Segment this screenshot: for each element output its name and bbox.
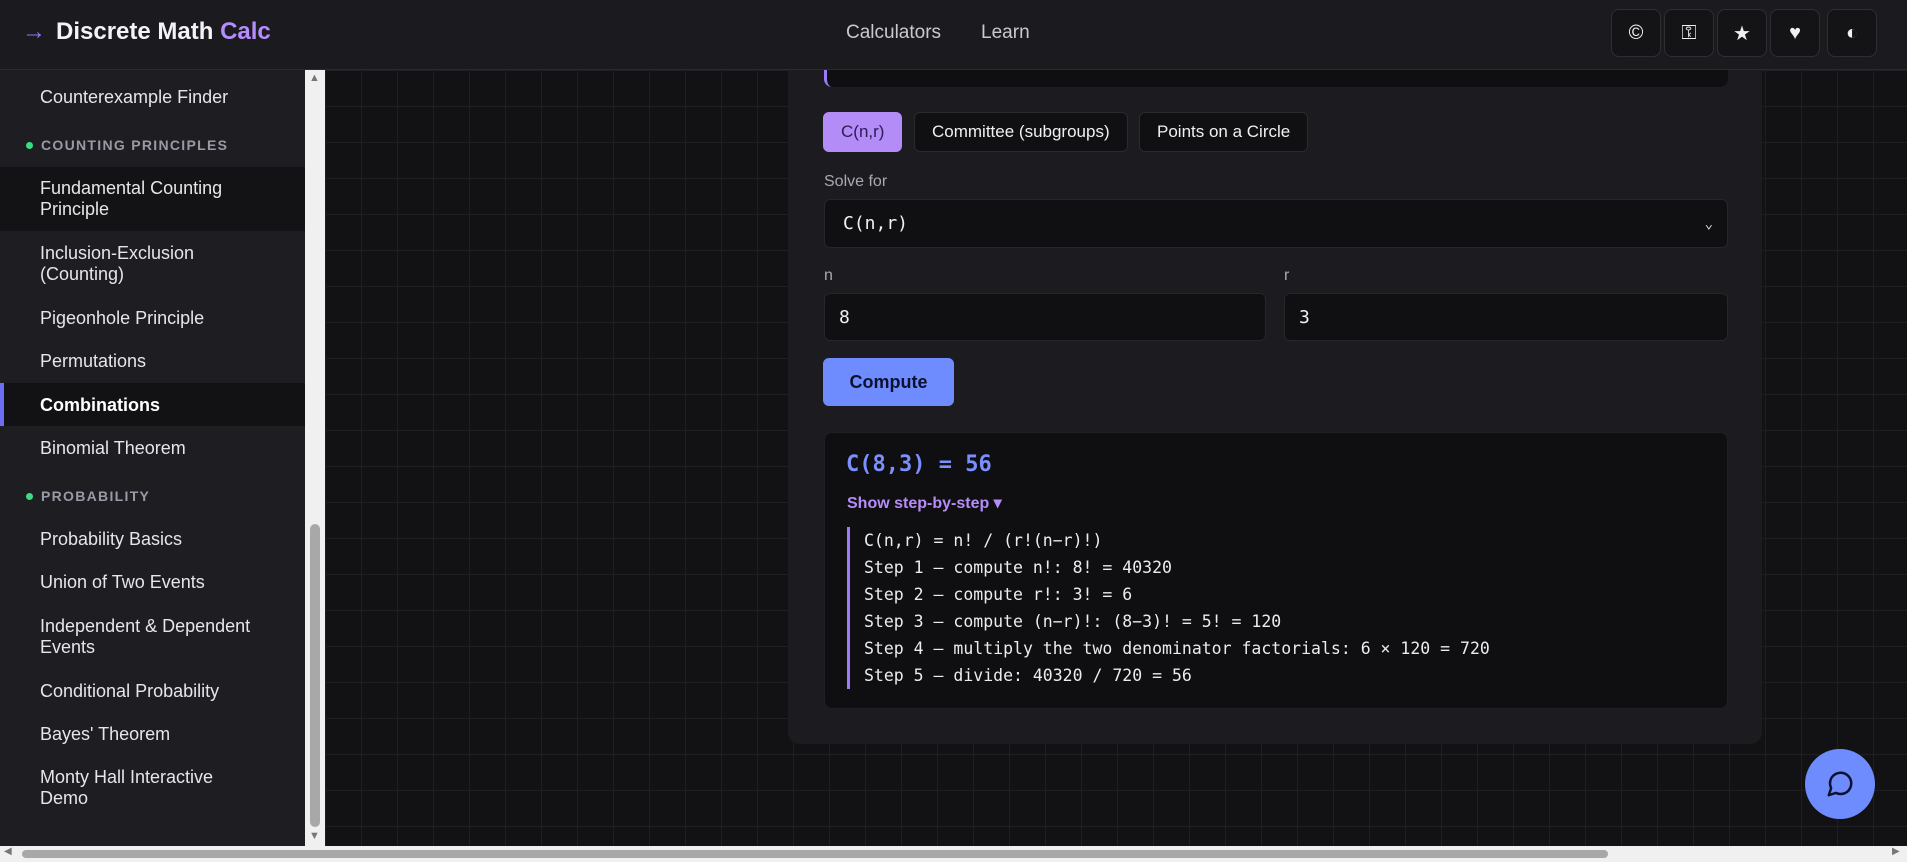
compute-button[interactable]: Compute [823,358,954,406]
theme-toggle-button[interactable]: ◐ [1827,9,1877,57]
sidebar-item-fundamental-counting[interactable]: Fundamental Counting Principle [0,167,305,231]
step-line: C(n,r) = n! / (r!(n−r)!) [864,531,1103,550]
heart-icon: ♥ [1789,21,1801,44]
n-label: n [824,267,833,284]
nav-learn[interactable]: Learn [981,22,1030,44]
star-icon: ★ [1733,22,1751,45]
show-steps-toggle[interactable]: Show step-by-step ▾ [847,493,1002,513]
preset-committee[interactable]: Committee (subgroups) [914,112,1128,152]
horizontal-scrollbar[interactable]: ◀ ▶ [0,846,1907,862]
sidebar: Counterexample Finder COUNTING PRINCIPLE… [0,70,305,846]
chat-bubble-icon [1827,771,1853,797]
sidebar-item-bayes-theorem[interactable]: Bayes' Theorem [0,724,305,745]
scroll-left-icon[interactable]: ◀ [4,846,12,857]
support-button[interactable]: ♥ [1770,9,1820,57]
scrollbar-thumb[interactable] [310,524,320,827]
step-line: Step 5 — divide: 40320 / 720 = 56 [864,666,1192,685]
sidebar-item-monty-hall[interactable]: Monty Hall Interactive Demo [0,767,305,809]
sidebar-item-conditional-probability[interactable]: Conditional Probability [0,681,305,702]
sidebar-item-permutations[interactable]: Permutations [0,351,305,372]
sidebar-item-union-of-events[interactable]: Union of Two Events [0,572,305,593]
step-line: Step 4 — multiply the two denominator fa… [864,639,1490,658]
step-line: Step 2 — compute r!: 3! = 6 [864,585,1133,604]
brand-logo[interactable]: → Discrete Math Calc [22,18,271,46]
sidebar-item-binomial-theorem[interactable]: Binomial Theorem [0,438,305,459]
scroll-down-icon[interactable]: ▼ [309,830,320,842]
chat-button[interactable] [1805,749,1875,819]
brand-title-accent: Calc [220,18,271,45]
theme-toggle-icon: ◐ [1845,21,1859,44]
sidebar-section-probability: PROBABILITY [26,488,150,504]
preset-cnr[interactable]: C(n,r) [823,112,903,152]
section-dot-icon [26,141,33,149]
top-bar: → Discrete Math Calc Calculators Learn ©… [0,0,1907,70]
solve-for-label: Solve for [824,173,888,190]
sidebar-item-independent-dependent[interactable]: Independent & Dependent Events [0,616,305,658]
sidebar-item-counterexample-finder[interactable]: Counterexample Finder [0,87,305,108]
step-line: Step 1 — compute n!: 8! = 40320 [864,558,1172,577]
sidebar-scrollbar[interactable]: ▲ ▼ [305,70,325,846]
brand-title: Discrete Math [56,18,214,45]
sidebar-item-inclusion-exclusion[interactable]: Inclusion-Exclusion (Counting) [0,243,305,285]
step-line: Step 3 — compute (n−r)!: (8−3)! = 5! = 1… [864,612,1282,631]
key-icon: ⚿ [1681,21,1697,44]
main-nav: Calculators Learn [846,22,1030,44]
n-input[interactable]: 8 [824,293,1266,341]
sidebar-item-probability-basics[interactable]: Probability Basics [0,529,305,550]
r-input[interactable]: 3 [1284,293,1728,341]
sidebar-section-counting: COUNTING PRINCIPLES [26,137,228,153]
r-label: r [1284,267,1290,284]
solve-for-select[interactable]: C(n,r) ⌄ [824,199,1728,248]
chevron-down-icon: ⌄ [1704,215,1713,232]
scrollbar-thumb[interactable] [22,850,1608,858]
preset-points-circle[interactable]: Points on a Circle [1139,112,1309,152]
sidebar-item-pigeonhole[interactable]: Pigeonhole Principle [0,308,305,329]
scroll-right-icon[interactable]: ▶ [1892,846,1900,857]
sidebar-item-combinations[interactable]: Combinations [0,383,305,426]
scroll-up-icon[interactable]: ▲ [309,72,320,84]
copyright-button[interactable]: © [1611,9,1661,57]
arrow-icon: → [22,18,46,45]
favorites-button[interactable]: ★ [1717,9,1767,57]
nav-calculators[interactable]: Calculators [846,22,941,44]
copyright-icon: © [1628,21,1644,44]
key-button[interactable]: ⚿ [1664,9,1714,57]
section-dot-icon [26,492,33,500]
result-title: C(8,3) = 56 [846,452,992,477]
steps-list: C(n,r) = n! / (r!(n−r)!) Step 1 — comput… [847,527,1490,689]
